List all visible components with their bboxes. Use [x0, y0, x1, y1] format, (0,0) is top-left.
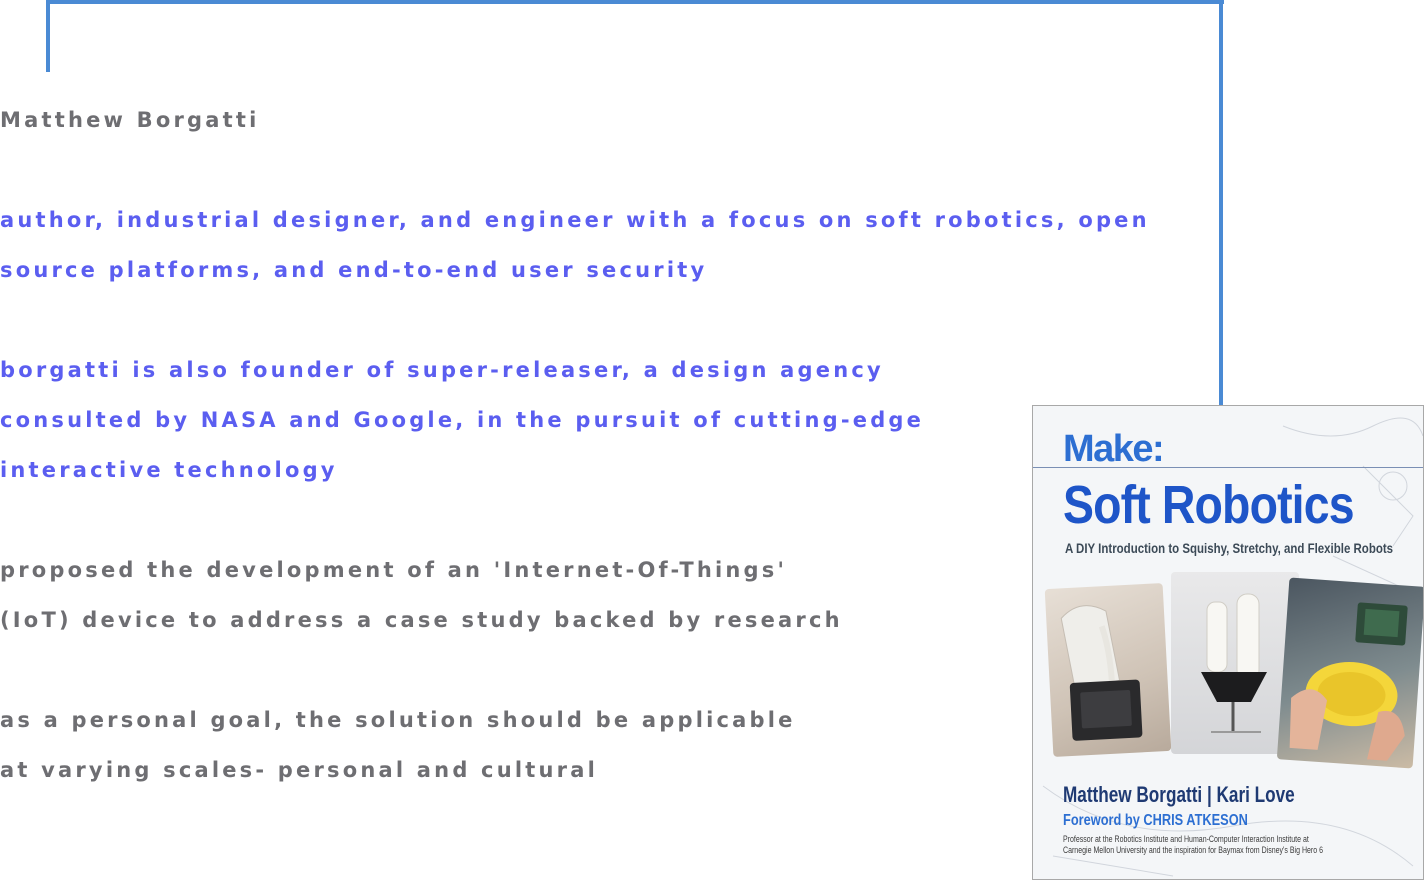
- bio-goal-line-1: as a personal goal, the solution should …: [0, 708, 796, 732]
- bio-founder-line-1: borgatti is also founder of super-releas…: [0, 358, 884, 382]
- book-subtitle: A DIY Introduction to Squishy, Stretchy,…: [1065, 540, 1394, 556]
- book-foreword: Foreword by CHRIS ATKESON: [1063, 812, 1248, 829]
- frame-right-border: [1219, 0, 1223, 406]
- frame-left-border: [46, 0, 50, 72]
- frame-top-border: [46, 0, 1224, 4]
- book-blurb-line-1: Professor at the Robotics Institute and …: [1063, 834, 1309, 844]
- bio-proposal-line-2: (IoT) device to address a case study bac…: [0, 608, 843, 632]
- book-brand-rule: [1033, 467, 1423, 468]
- bio-name: Matthew Borgatti: [0, 108, 260, 132]
- bio-proposal-line-1: proposed the development of an 'Internet…: [0, 558, 788, 582]
- book-cover-image: Make: Soft Robotics A DIY Introduction t…: [1032, 405, 1424, 880]
- bio-goal-line-2: at varying scales- personal and cultural: [0, 758, 598, 782]
- book-brand: Make:: [1063, 428, 1165, 470]
- bio-role-line-2: source platforms, and end-to-end user se…: [0, 258, 708, 282]
- bio-role-line-1: author, industrial designer, and enginee…: [0, 208, 1150, 232]
- bio-founder-line-2: consulted by NASA and Google, in the pur…: [0, 408, 925, 432]
- book-blurb-line-2: Carnegie Mellon University and the inspi…: [1063, 845, 1324, 855]
- bio-founder-line-3: interactive technology: [0, 458, 338, 482]
- book-photo-molding: [1044, 583, 1172, 757]
- book-title: Soft Robotics: [1063, 475, 1355, 535]
- book-photo-hand: [1276, 577, 1423, 769]
- book-authors: Matthew Borgatti | Kari Love: [1063, 782, 1295, 807]
- book-blurb: Professor at the Robotics Institute and …: [1063, 834, 1323, 856]
